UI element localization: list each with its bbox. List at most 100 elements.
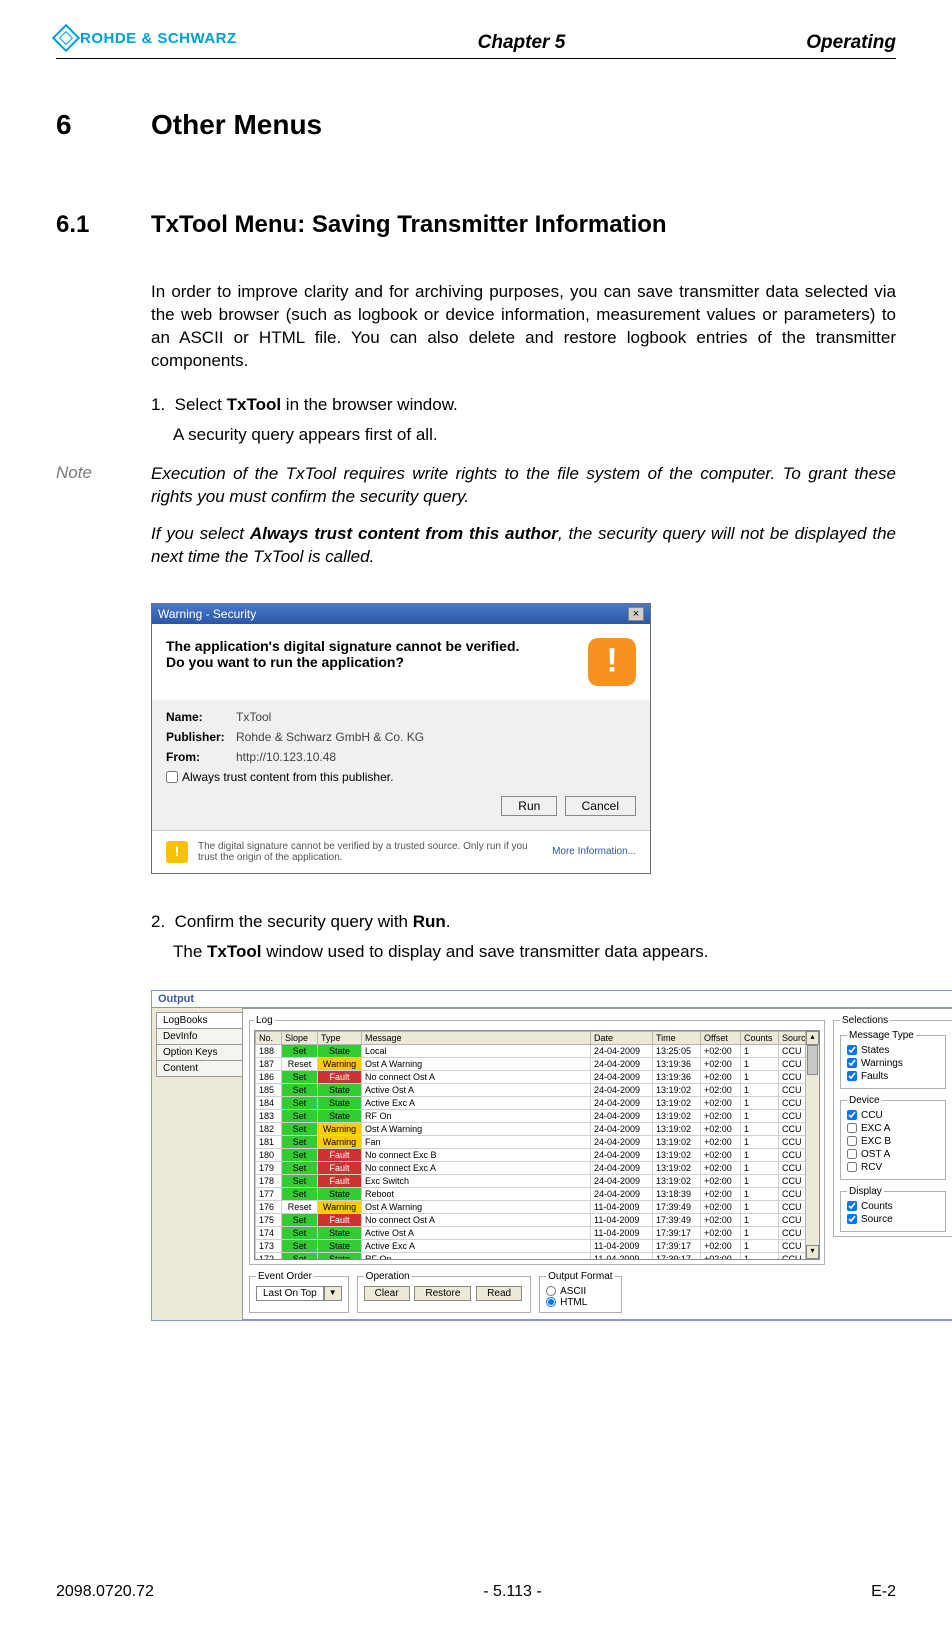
close-icon[interactable]: × xyxy=(628,607,644,621)
device-checkbox-ost-a[interactable]: OST A xyxy=(847,1149,939,1160)
selections-fieldset: Selections Message Type StatesWarningsFa… xyxy=(833,1015,952,1237)
table-row[interactable]: 182SetWarningOst A Warning24-04-200913:1… xyxy=(256,1122,819,1135)
scroll-down-icon[interactable]: ▾ xyxy=(806,1245,819,1259)
event-order-value: Last On Top xyxy=(256,1286,324,1301)
txtool-output-label: Output xyxy=(152,991,952,1008)
logo-text: ROHDE & SCHWARZ xyxy=(80,30,237,47)
col-time[interactable]: Time xyxy=(653,1031,701,1044)
msgtype-checkbox-states[interactable]: States xyxy=(847,1045,939,1056)
col-date[interactable]: Date xyxy=(591,1031,653,1044)
footer-center: - 5.113 - xyxy=(483,1583,541,1601)
table-row[interactable]: 186SetFaultNo connect Ost A24-04-200913:… xyxy=(256,1070,819,1083)
dialog-headline-2: Do you want to run the application? xyxy=(166,654,574,670)
table-row[interactable]: 172SetStateRF On11-04-200917:39:17+02:00… xyxy=(256,1252,819,1260)
ascii-radio[interactable]: ASCII xyxy=(546,1286,614,1297)
dialog-publisher-val: Rohde & Schwarz GmbH & Co. KG xyxy=(236,730,424,744)
tab-option-keys[interactable]: Option Keys xyxy=(156,1044,242,1061)
dialog-footer-text: The digital signature cannot be verified… xyxy=(198,841,542,863)
device-checkbox-ccu[interactable]: CCU xyxy=(847,1110,939,1121)
device-checkbox-exc-a[interactable]: EXC A xyxy=(847,1123,939,1134)
event-order-select[interactable]: Last On Top ▼ xyxy=(256,1286,342,1301)
table-row[interactable]: 184SetStateActive Exc A24-04-200913:19:0… xyxy=(256,1096,819,1109)
always-trust-checkbox-input[interactable] xyxy=(166,771,178,783)
cancel-button[interactable]: Cancel xyxy=(565,796,636,816)
device-fieldset: Device CCUEXC AEXC BOST ARCV xyxy=(840,1095,946,1180)
step-1: 1. Select TxTool in the browser window. … xyxy=(151,395,896,445)
table-row[interactable]: 175SetFaultNo connect Ost A11-04-200917:… xyxy=(256,1213,819,1226)
col-slope[interactable]: Slope xyxy=(282,1031,318,1044)
heading-6-1-title: TxTool Menu: Saving Transmitter Informat… xyxy=(151,211,667,238)
run-button[interactable]: Run xyxy=(501,796,557,816)
html-radio[interactable]: HTML xyxy=(546,1297,614,1308)
heading-6-1: 6.1TxTool Menu: Saving Transmitter Infor… xyxy=(56,211,896,239)
step-2-sub: The TxTool window used to display and sa… xyxy=(173,942,896,962)
step-2-bold: Run xyxy=(413,912,446,931)
clear-button[interactable]: Clear xyxy=(364,1286,410,1301)
tab-content[interactable]: Content xyxy=(156,1060,242,1077)
col-type[interactable]: Type xyxy=(318,1031,362,1044)
shield-icon xyxy=(166,841,188,863)
always-trust-checkbox[interactable]: Always trust content from this publisher… xyxy=(166,770,636,784)
warning-icon xyxy=(588,638,636,686)
note-p1: Execution of the TxTool requires write r… xyxy=(151,463,896,509)
table-row[interactable]: 179SetFaultNo connect Exc A24-04-200913:… xyxy=(256,1161,819,1174)
msgtype-checkbox-faults[interactable]: Faults xyxy=(847,1071,939,1082)
intro-paragraph: In order to improve clarity and for arch… xyxy=(151,281,896,373)
chevron-down-icon[interactable]: ▼ xyxy=(324,1286,342,1301)
col-counts[interactable]: Counts xyxy=(741,1031,779,1044)
step-2-pre: Confirm the security query with xyxy=(175,912,413,931)
message-type-fieldset: Message Type StatesWarningsFaults xyxy=(840,1030,946,1089)
page-footer: 2098.0720.72 - 5.113 - E-2 xyxy=(56,1583,896,1601)
step-1-bold: TxTool xyxy=(227,395,281,414)
scroll-thumb[interactable] xyxy=(807,1045,818,1075)
heading-6-num: 6 xyxy=(56,109,151,141)
dialog-name-val: TxTool xyxy=(236,710,271,724)
step-1-pre: Select xyxy=(175,395,227,414)
log-scrollbar[interactable]: ▴ ▾ xyxy=(805,1031,819,1259)
table-row[interactable]: 188SetStateLocal24-04-200913:25:05+02:00… xyxy=(256,1044,819,1057)
event-order-legend: Event Order xyxy=(256,1271,314,1282)
step-2-post: . xyxy=(446,912,451,931)
logo-icon xyxy=(52,24,80,52)
col-no[interactable]: No. xyxy=(256,1031,282,1044)
table-row[interactable]: 173SetStateActive Exc A11-04-200917:39:1… xyxy=(256,1239,819,1252)
more-information-link[interactable]: More Information... xyxy=(552,846,636,857)
note-label: Note xyxy=(56,463,151,583)
table-row[interactable]: 176ResetWarningOst A Warning11-04-200917… xyxy=(256,1200,819,1213)
col-offset[interactable]: Offset xyxy=(701,1031,741,1044)
tab-devinfo[interactable]: DevInfo xyxy=(156,1028,242,1045)
table-row[interactable]: 174SetStateActive Ost A11-04-200917:39:1… xyxy=(256,1226,819,1239)
table-row[interactable]: 187ResetWarningOst A Warning24-04-200913… xyxy=(256,1057,819,1070)
footer-right: E-2 xyxy=(871,1583,896,1601)
scroll-up-icon[interactable]: ▴ xyxy=(806,1031,819,1045)
device-checkbox-exc-b[interactable]: EXC B xyxy=(847,1136,939,1147)
msgtype-checkbox-warnings[interactable]: Warnings xyxy=(847,1058,939,1069)
note-block: Note Execution of the TxTool requires wr… xyxy=(56,463,896,583)
security-dialog: Warning - Security × The application's d… xyxy=(151,603,651,874)
col-message[interactable]: Message xyxy=(362,1031,591,1044)
log-fieldset: Log No.SlopeTypeMessageDateTimeOffsetCou… xyxy=(249,1015,825,1265)
operation-legend: Operation xyxy=(364,1271,412,1282)
step-2-num: 2. xyxy=(151,912,165,932)
display-checkbox-source[interactable]: Source xyxy=(847,1214,939,1225)
dialog-from-key: From: xyxy=(166,750,236,764)
table-row[interactable]: 181SetWarningFan24-04-200913:19:02+02:00… xyxy=(256,1135,819,1148)
tab-logbooks[interactable]: LogBooks xyxy=(156,1012,242,1029)
display-checkbox-counts[interactable]: Counts xyxy=(847,1201,939,1212)
output-format-fieldset: Output Format ASCII HTML xyxy=(539,1271,621,1313)
chapter-label: Chapter 5 xyxy=(237,32,807,54)
txtool-tabs: LogBooksDevInfoOption KeysContent xyxy=(152,1008,242,1320)
heading-6-title: Other Menus xyxy=(151,109,322,140)
footer-left: 2098.0720.72 xyxy=(56,1583,154,1601)
table-row[interactable]: 180SetFaultNo connect Exc B24-04-200913:… xyxy=(256,1148,819,1161)
restore-button[interactable]: Restore xyxy=(414,1286,471,1301)
table-row[interactable]: 183SetStateRF On24-04-200913:19:02+02:00… xyxy=(256,1109,819,1122)
table-row[interactable]: 178SetFaultExc Switch24-04-200913:19:02+… xyxy=(256,1174,819,1187)
read-button[interactable]: Read xyxy=(476,1286,522,1301)
event-order-fieldset: Event Order Last On Top ▼ xyxy=(249,1271,349,1313)
device-checkbox-rcv[interactable]: RCV xyxy=(847,1162,939,1173)
txtool-window: Output LogBooksDevInfoOption KeysContent… xyxy=(151,990,952,1321)
table-row[interactable]: 185SetStateActive Ost A24-04-200913:19:0… xyxy=(256,1083,819,1096)
display-legend: Display xyxy=(847,1186,884,1197)
table-row[interactable]: 177SetStateReboot24-04-200913:18:39+02:0… xyxy=(256,1187,819,1200)
